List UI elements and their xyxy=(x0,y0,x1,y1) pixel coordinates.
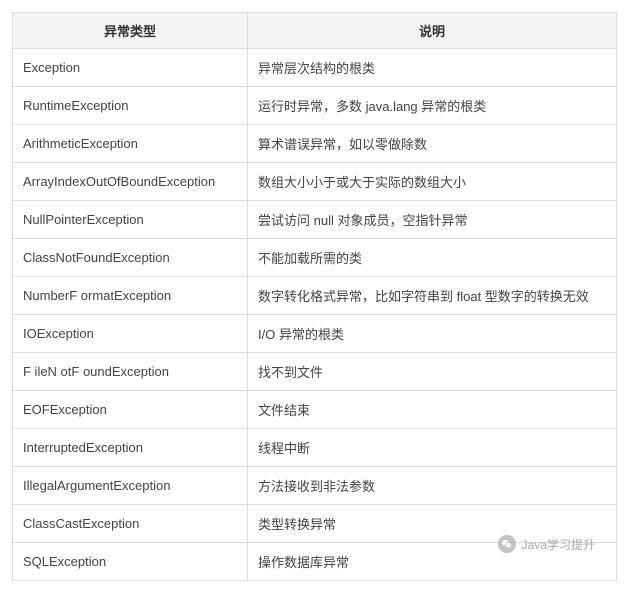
cell-type: NullPointerException xyxy=(13,201,248,239)
table-row: RuntimeException运行时异常，多数 java.lang 异常的根类 xyxy=(13,87,617,125)
cell-desc: 异常层次结构的根类 xyxy=(248,49,617,87)
cell-type: NumberF ormatException xyxy=(13,277,248,315)
table-row: NullPointerException尝试访问 null 对象成员，空指针异常 xyxy=(13,201,617,239)
table-row: Exception异常层次结构的根类 xyxy=(13,49,617,87)
table-row: F ileN otF oundException找不到文件 xyxy=(13,353,617,391)
cell-type: ClassCastException xyxy=(13,505,248,543)
cell-desc: 尝试访问 null 对象成员，空指针异常 xyxy=(248,201,617,239)
header-type: 异常类型 xyxy=(13,13,248,49)
cell-desc: 找不到文件 xyxy=(248,353,617,391)
cell-type: ClassNotFoundException xyxy=(13,239,248,277)
table-row: IllegalArgumentException方法接收到非法参数 xyxy=(13,467,617,505)
table-row: IOExceptionI/O 异常的根类 xyxy=(13,315,617,353)
cell-type: ArithmeticException xyxy=(13,125,248,163)
table-row: NumberF ormatException数字转化格式异常，比如字符串到 fl… xyxy=(13,277,617,315)
table-header-row: 异常类型 说明 xyxy=(13,13,617,49)
cell-desc: 不能加载所需的类 xyxy=(248,239,617,277)
header-desc: 说明 xyxy=(248,13,617,49)
exception-table: 异常类型 说明 Exception异常层次结构的根类RuntimeExcepti… xyxy=(12,12,617,581)
cell-type: SQLException xyxy=(13,543,248,581)
cell-desc: 线程中断 xyxy=(248,429,617,467)
watermark-text: Java学习提升 xyxy=(522,536,595,553)
cell-desc: 数组大小小于或大于实际的数组大小 xyxy=(248,163,617,201)
cell-desc: 文件结束 xyxy=(248,391,617,429)
cell-desc: 方法接收到非法参数 xyxy=(248,467,617,505)
cell-type: EOFException xyxy=(13,391,248,429)
wechat-icon xyxy=(498,535,516,553)
watermark: Java学习提升 xyxy=(498,535,595,553)
cell-desc: 运行时异常，多数 java.lang 异常的根类 xyxy=(248,87,617,125)
table-row: InterruptedException线程中断 xyxy=(13,429,617,467)
table-row: ClassNotFoundException不能加载所需的类 xyxy=(13,239,617,277)
table-row: ArithmeticException算术谱误异常，如以零做除数 xyxy=(13,125,617,163)
cell-type: IllegalArgumentException xyxy=(13,467,248,505)
cell-desc: 算术谱误异常，如以零做除数 xyxy=(248,125,617,163)
table-row: EOFException文件结束 xyxy=(13,391,617,429)
table-row: ArrayIndexOutOfBoundException数组大小小于或大于实际… xyxy=(13,163,617,201)
cell-type: ArrayIndexOutOfBoundException xyxy=(13,163,248,201)
cell-desc: 数字转化格式异常，比如字符串到 float 型数字的转换无效 xyxy=(248,277,617,315)
cell-type: Exception xyxy=(13,49,248,87)
cell-type: IOException xyxy=(13,315,248,353)
cell-desc: I/O 异常的根类 xyxy=(248,315,617,353)
cell-type: InterruptedException xyxy=(13,429,248,467)
cell-type: RuntimeException xyxy=(13,87,248,125)
cell-type: F ileN otF oundException xyxy=(13,353,248,391)
